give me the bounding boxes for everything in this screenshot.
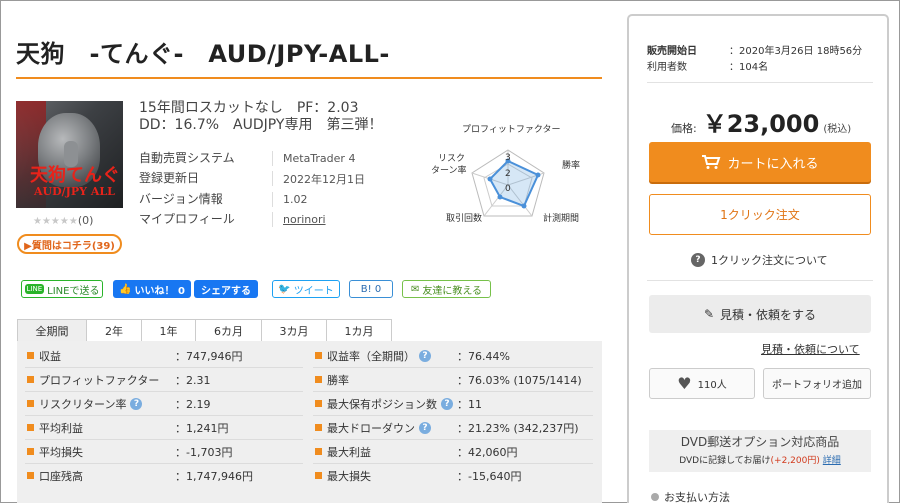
- help-icon[interactable]: ?: [419, 349, 431, 362]
- cart-icon: [702, 155, 721, 169]
- product-image-subtext: AUD/JPY ALL: [34, 185, 115, 198]
- stat-row: リスクリターン率?: [27, 392, 143, 415]
- stat-row: 最大ドローダウン?: [315, 416, 431, 439]
- purchase-panel: 販売開始日 ：2020年3月26日 18時56分 利用者数 ：104名 価格: ￥2…: [627, 14, 889, 503]
- facebook-like-button[interactable]: 👍 いいね！ 0: [113, 280, 191, 298]
- thumbs-up-icon: 👍: [119, 283, 132, 295]
- dvd-option-box: DVD郵送オプション対応商品 DVDに記録してお届け(+2,200円) 詳細: [649, 430, 871, 472]
- help-icon[interactable]: ?: [130, 397, 143, 410]
- tab-3m[interactable]: 3カ月: [261, 319, 327, 341]
- info-row-system: 自動売買システム MetaTrader 4: [139, 150, 356, 166]
- tab-all[interactable]: 全期間: [17, 319, 87, 341]
- profile-link[interactable]: norinori: [273, 213, 326, 226]
- radar-label-trades: 取引回数: [446, 212, 482, 224]
- heart-icon: ♥: [677, 374, 692, 393]
- product-image-text: 天狗てんぐ: [30, 165, 120, 186]
- title-divider: [16, 77, 602, 79]
- pencil-icon: ✎: [703, 307, 715, 321]
- period-tabs: 全期間 2年 1年 6カ月 3カ月 1カ月: [17, 319, 392, 341]
- question-button[interactable]: ▶質問はコチラ(39): [17, 234, 122, 254]
- stat-row: 平均損失: [27, 440, 83, 463]
- add-portfolio-button[interactable]: ポートフォリオ追加: [763, 368, 871, 399]
- hatena-button[interactable]: B! 0: [349, 280, 393, 298]
- page-title: 天狗 -てんぐ- AUD/JPY-ALL-: [16, 40, 390, 68]
- radar-label-risk: リスク: [438, 153, 465, 164]
- facebook-share-button[interactable]: シェアする: [194, 280, 258, 298]
- star-icons: ★★★★★: [33, 216, 78, 227]
- one-click-help-link[interactable]: ? 1クリック注文について: [691, 252, 828, 268]
- stat-row: 収益率（全期間）?: [315, 344, 431, 367]
- info-row-updated: 登録更新日 2022年12月1日: [139, 171, 365, 187]
- stats-table: 収益 ：747,946円 プロフィットファクター ：2.31 リスクリターン率?…: [17, 341, 602, 503]
- help-icon[interactable]: ?: [419, 421, 431, 434]
- radar-label-return: ターン率: [431, 164, 467, 176]
- dvd-detail-link[interactable]: 詳細: [823, 456, 841, 466]
- price-value: ￥23,000: [702, 110, 820, 138]
- info-row-profile: マイプロフィール norinori: [139, 212, 326, 228]
- stat-row: 収益: [27, 344, 61, 367]
- rating-count: (0): [77, 214, 94, 227]
- stat-row: 勝率: [315, 368, 349, 391]
- product-image[interactable]: 天狗てんぐ AUD/JPY ALL: [16, 101, 123, 208]
- stat-row: 最大保有ポジション数?: [315, 392, 453, 415]
- radar-point: [497, 194, 503, 200]
- quote-request-button[interactable]: ✎ 見積・依頼をする: [649, 295, 871, 333]
- stat-row: 口座残高: [27, 464, 83, 487]
- stat-row: 最大利益: [315, 440, 371, 463]
- quote-info-link[interactable]: 見積・依頼について: [761, 341, 860, 357]
- product-tagline: 15年間ロスカットなし PF：2.03 DD：16.7% AUDJPY専用 第三…: [139, 100, 383, 133]
- radar-scale-label: 3: [505, 153, 511, 163]
- bullet-icon: [651, 493, 659, 501]
- sale-meta: 販売開始日 ：2020年3月26日 18時56分 利用者数 ：104名: [647, 46, 863, 73]
- add-to-cart-button[interactable]: カートに入れる: [649, 142, 871, 182]
- line-share-button[interactable]: LINE LINEで送る: [21, 280, 103, 298]
- radar-point: [535, 172, 541, 178]
- one-click-order-button[interactable]: 1クリック注文: [649, 194, 871, 235]
- stat-row: プロフィットファクター: [27, 368, 159, 391]
- tab-1m[interactable]: 1カ月: [326, 319, 392, 341]
- tell-friend-button[interactable]: ✉ 友達に教える: [402, 280, 491, 298]
- mail-icon: ✉: [410, 283, 420, 295]
- bird-icon: 🐦: [278, 283, 291, 295]
- payment-methods-heading: お支払い方法: [651, 489, 730, 503]
- stat-row: 平均利益: [27, 416, 83, 439]
- radar-point: [487, 176, 493, 182]
- tab-1y[interactable]: 1年: [141, 319, 196, 341]
- rating: ★★★★★(0): [33, 214, 93, 227]
- radar-scale-label: 2: [505, 169, 511, 179]
- favorite-button[interactable]: ♥ 110人: [649, 368, 755, 399]
- question-icon: ?: [691, 253, 705, 267]
- tweet-button[interactable]: 🐦 ツイート: [272, 280, 340, 298]
- help-icon[interactable]: ?: [441, 397, 453, 410]
- tab-6m[interactable]: 6カ月: [195, 319, 262, 341]
- stat-row: 最大損失: [315, 464, 371, 487]
- radar-label-period: 計測期間: [543, 212, 579, 224]
- price: 価格: ￥23,000 (税込): [671, 104, 851, 139]
- product-info-table: 自動売買システム MetaTrader 4 登録更新日 2022年12月1日 バージ…: [139, 148, 399, 230]
- radar-label-pf: プロフィットファクター: [462, 124, 560, 135]
- radar-scale-label: 0: [505, 184, 511, 194]
- radar-label-winrate: 勝率: [562, 159, 580, 171]
- radar-chart: 3 2 0 プロフィットファクター 勝率 計測期間 取引回数 リスク ターン率: [420, 118, 600, 233]
- line-icon: LINE: [24, 284, 45, 294]
- tab-2y[interactable]: 2年: [86, 319, 142, 341]
- radar-point: [521, 203, 527, 209]
- info-row-version: バージョン情報 1.02: [139, 191, 308, 207]
